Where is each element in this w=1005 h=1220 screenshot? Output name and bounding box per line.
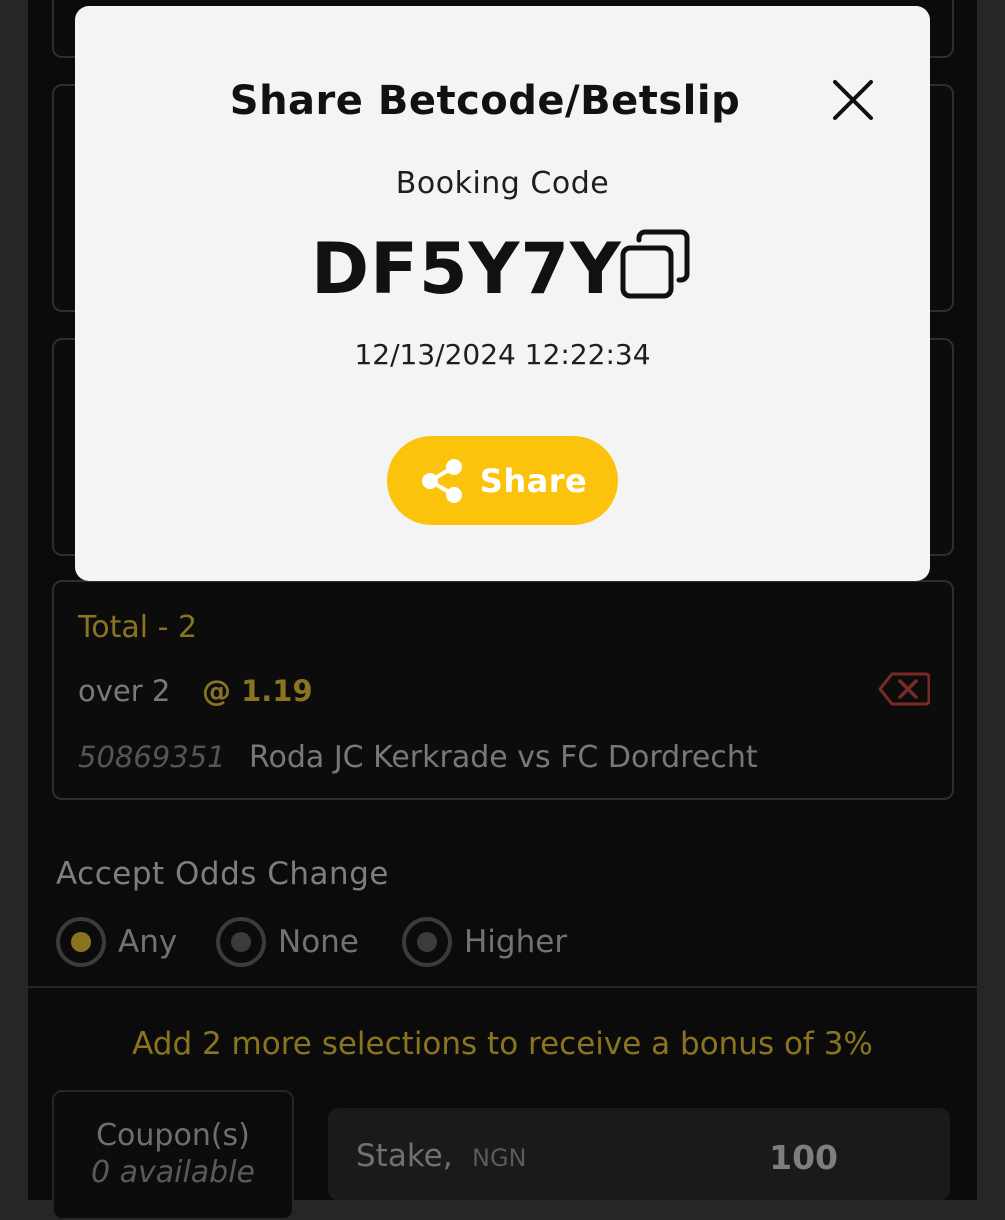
divider [28, 986, 977, 988]
radio-higher[interactable]: Higher [402, 916, 567, 968]
delete-selection-icon[interactable] [878, 672, 930, 706]
radio-circle[interactable] [216, 917, 266, 967]
radio-dot [417, 932, 437, 952]
stake-value[interactable]: 100 [769, 1138, 838, 1177]
radio-any[interactable]: Any [56, 916, 177, 968]
selection-pick: over 2 [78, 674, 171, 708]
event-id: 50869351 [78, 740, 226, 774]
booking-timestamp: 12/13/2024 12:22:34 [354, 338, 651, 371]
coupon-label: Coupon(s) [96, 1118, 250, 1153]
radio-circle[interactable] [402, 917, 452, 967]
stake-currency: NGN [472, 1144, 527, 1172]
coupon-available: 0 available [90, 1155, 256, 1190]
radio-dot [71, 932, 91, 952]
booking-code-label: Booking Code [395, 166, 610, 201]
modal-title: Share Betcode/Betslip [229, 78, 741, 124]
accept-odds-title: Accept Odds Change [56, 856, 389, 892]
share-icon [421, 458, 462, 503]
stake-label: Stake, [356, 1138, 453, 1174]
radio-label: None [278, 924, 359, 960]
radio-none[interactable]: None [216, 916, 359, 968]
selection-card: Total - 2 over 2 @ 1.19 50869351 Roda JC… [52, 580, 954, 800]
coupon-button[interactable]: Coupon(s) 0 available [52, 1090, 294, 1220]
selection-odds: @ 1.19 [202, 674, 313, 708]
market-name: Total - 2 [78, 610, 198, 645]
bonus-message: Add 2 more selections to receive a bonus… [132, 1026, 873, 1062]
radio-dot [231, 932, 251, 952]
match-name: Roda JC Kerkrade vs FC Dordrecht [249, 740, 758, 775]
close-icon[interactable] [831, 78, 875, 122]
booking-code: DF5Y7Y [311, 228, 622, 310]
stake-input[interactable]: Stake, NGN 100 [328, 1108, 950, 1200]
radio-label: Any [118, 924, 178, 960]
share-modal: Share Betcode/Betslip Booking Code DF5Y7… [75, 6, 930, 581]
copy-icon[interactable] [619, 228, 693, 302]
share-button[interactable]: Share [387, 436, 618, 525]
share-label: Share [479, 461, 588, 500]
radio-circle[interactable] [56, 917, 106, 967]
radio-label: Higher [464, 924, 568, 960]
